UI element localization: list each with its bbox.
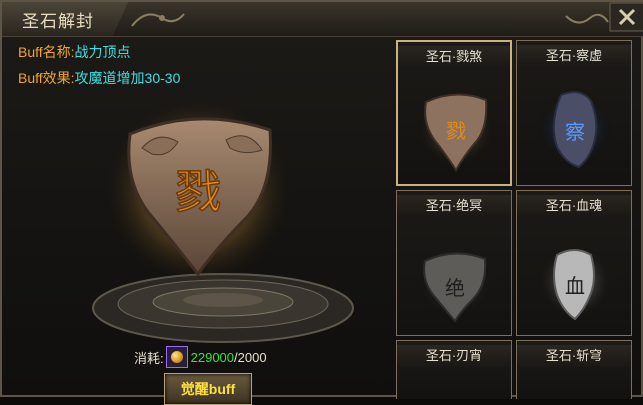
- window-title: 圣石解封: [22, 12, 94, 32]
- buff-detail-area: Buff名称:战力顶点 Buff效果:攻魔道增加30-30 戮 消耗: 2290…: [8, 36, 388, 405]
- buff-effect-value: 攻魔道增加30-30: [74, 70, 181, 86]
- stone-slot-title: 圣石·绝冥: [397, 195, 511, 217]
- svg-text:戮: 戮: [446, 119, 466, 143]
- svg-text:绝: 绝: [445, 276, 465, 300]
- stone-slot-title: 圣石·刃宵: [397, 345, 511, 367]
- stone-slot-zhanqiong[interactable]: 圣石·斩穹: [516, 340, 632, 399]
- holy-stone-chaxu-icon: 察: [537, 91, 613, 169]
- holy-stone-jueming-icon: 绝: [417, 244, 493, 323]
- close-icon[interactable]: [609, 2, 643, 32]
- title-ornament-icon: [131, 13, 185, 27]
- buff-name-line: Buff名称:战力顶点: [18, 42, 131, 62]
- buff-effect-line: Buff效果:攻魔道增加30-30: [18, 68, 180, 88]
- holy-stone-unseal-window: 圣石解封 Buff名称:战力顶点 Buff效果:攻魔道增加30-30 戮 消耗:…: [0, 0, 643, 405]
- svg-text:戮: 戮: [175, 165, 221, 219]
- cost-current: 229000: [190, 349, 235, 365]
- cost-label: 消耗:: [134, 350, 164, 366]
- awaken-buff-button[interactable]: 觉醒buff: [164, 373, 252, 405]
- buff-name-label: Buff名称:: [18, 44, 75, 60]
- svg-text:血: 血: [565, 274, 585, 298]
- stone-slot-title: 圣石·斩穹: [517, 345, 631, 367]
- stone-slot-title: 圣石·血魂: [517, 195, 631, 217]
- holy-stone-xuehun-icon: 血: [537, 244, 613, 321]
- cost-required: 2000: [237, 349, 267, 365]
- stone-slot-xuehun[interactable]: 圣石·血魂 血: [516, 190, 632, 336]
- buff-effect-label: Buff效果:: [18, 70, 75, 86]
- cost-row: 消耗: 229000/2000: [134, 345, 267, 369]
- gold-coin-icon: [165, 346, 188, 368]
- stone-slot-jueming[interactable]: 圣石·绝冥 绝: [396, 190, 512, 336]
- holy-stone-grid: 圣石·戮煞 戮 圣石·察虚 察 圣石·绝冥 绝 圣石·血魂 血 圣石·刃宵 圣石…: [388, 36, 643, 399]
- stone-slot-renxiao[interactable]: 圣石·刃宵: [396, 340, 512, 399]
- stone-slot-title: 圣石·戮煞: [398, 46, 510, 68]
- title-ornament-right-icon: [565, 13, 609, 24]
- buff-name-value: 战力顶点: [74, 44, 131, 60]
- title-bar: 圣石解封: [2, 2, 643, 37]
- holy-stone-lusha-icon: 戮: [416, 88, 496, 172]
- featured-holy-stone-icon: 戮: [100, 96, 296, 289]
- stone-slot-lusha[interactable]: 圣石·戮煞 戮: [396, 40, 512, 186]
- stone-slot-title: 圣石·察虚: [517, 45, 631, 67]
- stone-slot-chaxu[interactable]: 圣石·察虚 察: [516, 40, 632, 186]
- svg-text:察: 察: [565, 120, 585, 144]
